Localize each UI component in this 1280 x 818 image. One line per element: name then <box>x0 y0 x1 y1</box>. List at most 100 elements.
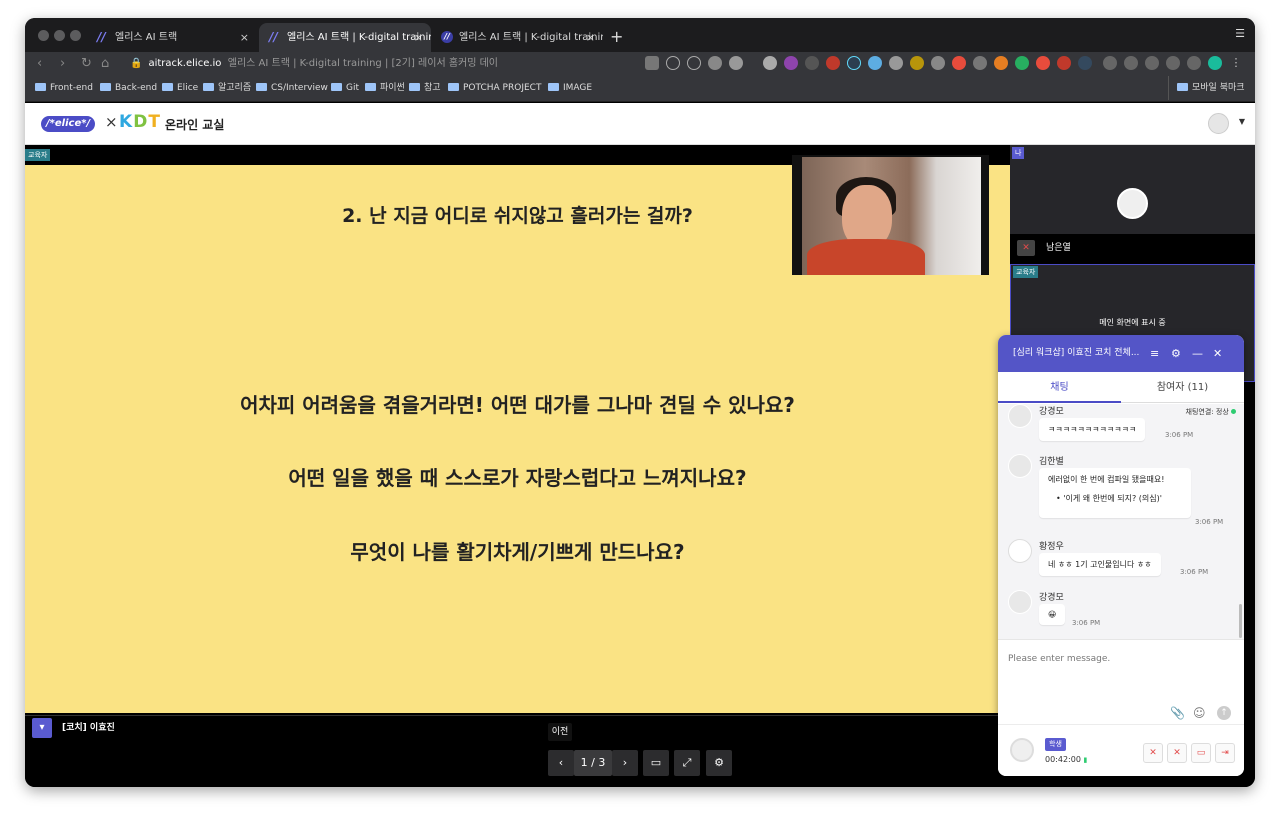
mic-muted-icon: ✕ <box>1017 240 1035 256</box>
scrollbar[interactable] <box>1239 604 1242 638</box>
leave-icon[interactable]: ⇥ <box>1215 743 1235 763</box>
main-stage: 교육자 2. 난 지금 어디로 쉬지않고 흘러가는 걸까? 어차피 어려움을 겪… <box>25 145 1010 715</box>
paperclip-icon[interactable]: 📎 <box>1170 706 1185 720</box>
extension-icon[interactable] <box>994 56 1008 70</box>
list-icon[interactable]: ≡ <box>1150 335 1159 372</box>
extension-icon[interactable] <box>931 56 945 70</box>
chevron-down-icon[interactable]: ▼ <box>1239 117 1245 126</box>
extension-icon[interactable] <box>973 56 987 70</box>
layout-toggle-button[interactable]: ▭ <box>643 750 669 776</box>
extension-icon[interactable] <box>784 56 798 70</box>
zoom-window-button[interactable] <box>70 30 81 41</box>
close-icon[interactable]: ✕ <box>1213 335 1222 372</box>
screen-share-icon[interactable]: ▭ <box>1191 743 1211 763</box>
bookmark-folder[interactable]: Front-end <box>35 76 93 100</box>
user-avatar[interactable] <box>1208 113 1229 134</box>
close-window-button[interactable] <box>38 30 49 41</box>
new-tab-button[interactable]: + <box>610 27 623 47</box>
mobile-bookmarks-folder[interactable]: 모바일 북마크 <box>1168 76 1245 100</box>
chat-panel: [심리 워크샵] 이효진 코치 전체... ≡ ⚙ — ✕ 채팅 참여자 (11… <box>998 335 1244 776</box>
reading-list-icon[interactable] <box>1166 56 1180 70</box>
home-icon[interactable]: ⌂ <box>101 55 109 73</box>
message-input[interactable]: Please enter message. 📎 ☺ ↑ <box>998 639 1244 724</box>
youtube-extension-icon[interactable] <box>1057 56 1071 70</box>
connection-status: 채팅연결: 정상 <box>1186 407 1236 417</box>
star-icon[interactable] <box>729 56 743 70</box>
elice-favicon-icon: // <box>269 30 278 44</box>
bookmark-folder[interactable]: CS/Interview <box>256 76 328 100</box>
bookmark-folder[interactable]: 알고리즘 <box>203 76 251 100</box>
extension-icon[interactable] <box>1078 56 1092 70</box>
send-icon[interactable]: ↑ <box>1217 706 1231 720</box>
browser-actions: ⋮ <box>1103 56 1243 70</box>
extension-icon[interactable] <box>868 56 882 70</box>
main-screen-status: 메인 화면에 표시 중 <box>1099 318 1166 327</box>
media-icon[interactable] <box>1124 56 1138 70</box>
mic-toggle-icon[interactable]: ✕ <box>1143 743 1163 763</box>
message-list[interactable]: 채팅연결: 정상 강경모 ㅋㅋㅋㅋㅋㅋㅋㅋㅋㅋㅋㅋ 3:06 PM 김한별 에러… <box>998 404 1244 639</box>
elice-logo: /*elice*/ <box>41 116 96 132</box>
adblock-extension-icon[interactable] <box>763 56 777 70</box>
prev-slide-button[interactable]: ‹ <box>548 750 574 776</box>
slide-question: 어차피 어려움을 겪을거라면! 어떤 대가를 그나마 견딜 수 있나요? <box>240 393 795 417</box>
extension-icon[interactable] <box>1036 56 1050 70</box>
prev-tooltip: 이전 <box>548 723 572 741</box>
emoji-icon[interactable]: ☺ <box>1193 706 1206 720</box>
close-tab-icon[interactable]: × <box>240 23 249 52</box>
side-panel-icon[interactable] <box>1187 56 1201 70</box>
close-tab-icon[interactable]: × <box>414 23 423 52</box>
sender-name: 강경모 <box>1039 593 1064 603</box>
role-badge: 학생 <box>1045 738 1066 751</box>
back-icon[interactable]: ‹ <box>37 55 42 73</box>
browser-tab-1[interactable]: // 엘리스 AI 트랙 × <box>87 23 257 52</box>
menu-icon[interactable]: ⋮ <box>1229 56 1243 70</box>
chat-room-title: [심리 워크샵] 이효진 코치 전체... <box>1013 348 1140 358</box>
next-slide-button[interactable]: › <box>612 750 638 776</box>
sender-name: 김한별 <box>1039 457 1064 467</box>
instructor-badge: 교육자 <box>1013 266 1039 278</box>
extension-icon[interactable] <box>826 56 840 70</box>
bookmark-folder[interactable]: 파이썬 <box>365 76 405 100</box>
gear-icon[interactable]: ⚙ <box>1171 335 1181 372</box>
message-bubble: 😀 <box>1039 604 1066 625</box>
extension-icon[interactable] <box>1015 56 1029 70</box>
url-page-title: 엘리스 AI 트랙 | K-digital training | [2기] 레이… <box>227 58 498 69</box>
forward-icon[interactable]: › <box>60 55 65 73</box>
bookmark-folder[interactable]: Back-end <box>100 76 157 100</box>
settings-button[interactable]: ⚙ <box>706 750 732 776</box>
fullscreen-button[interactable]: ⤢ <box>674 750 700 776</box>
bookmark-folder[interactable]: 참고 <box>409 76 441 100</box>
shield-icon[interactable] <box>708 56 722 70</box>
bookmark-folder[interactable]: Git <box>331 76 359 100</box>
bookmark-folder[interactable]: POTCHA PROJECT <box>448 76 541 100</box>
extension-icon[interactable] <box>889 56 903 70</box>
tab-participants[interactable]: 참여자 (11) <box>1121 372 1244 403</box>
extension-icon[interactable] <box>805 56 819 70</box>
add-icon[interactable] <box>687 56 701 70</box>
bookmark-folder[interactable]: IMAGE <box>548 76 592 100</box>
screenshot-icon[interactable] <box>1145 56 1159 70</box>
message-time: 3:06 PM <box>1072 619 1101 627</box>
message-time: 3:06 PM <box>1180 568 1209 576</box>
bookmark-folder[interactable]: Elice <box>162 76 198 100</box>
lock-icon: 🔒 <box>130 58 143 69</box>
extensions-bar <box>763 56 1092 70</box>
minimize-icon[interactable]: — <box>1192 335 1203 372</box>
zoom-icon[interactable] <box>666 56 680 70</box>
extension-icon[interactable] <box>952 56 966 70</box>
presenter-icon: ▾ <box>32 718 52 738</box>
download-icon[interactable] <box>1103 56 1117 70</box>
react-devtools-icon[interactable] <box>847 56 861 70</box>
tab-search-icon[interactable]: ☰ <box>1235 27 1245 40</box>
camera-toggle-icon[interactable]: ✕ <box>1167 743 1187 763</box>
close-tab-icon[interactable]: × <box>586 23 595 52</box>
extension-icon[interactable] <box>910 56 924 70</box>
minimize-window-button[interactable] <box>54 30 65 41</box>
profile-avatar-icon[interactable] <box>1208 56 1222 70</box>
address-bar[interactable]: 🔒 aitrack.elice.io 엘리스 AI 트랙 | K-digital … <box>130 53 498 75</box>
tab-chat[interactable]: 채팅 <box>998 372 1121 403</box>
browser-tab-3[interactable]: // 엘리스 AI 트랙 | K-digital training × <box>431 23 603 52</box>
mic-icon[interactable] <box>645 56 659 70</box>
reload-icon[interactable]: ↻ <box>81 55 92 73</box>
browser-tab-2[interactable]: // 엘리스 AI 트랙 | K-digital training × <box>259 23 431 52</box>
